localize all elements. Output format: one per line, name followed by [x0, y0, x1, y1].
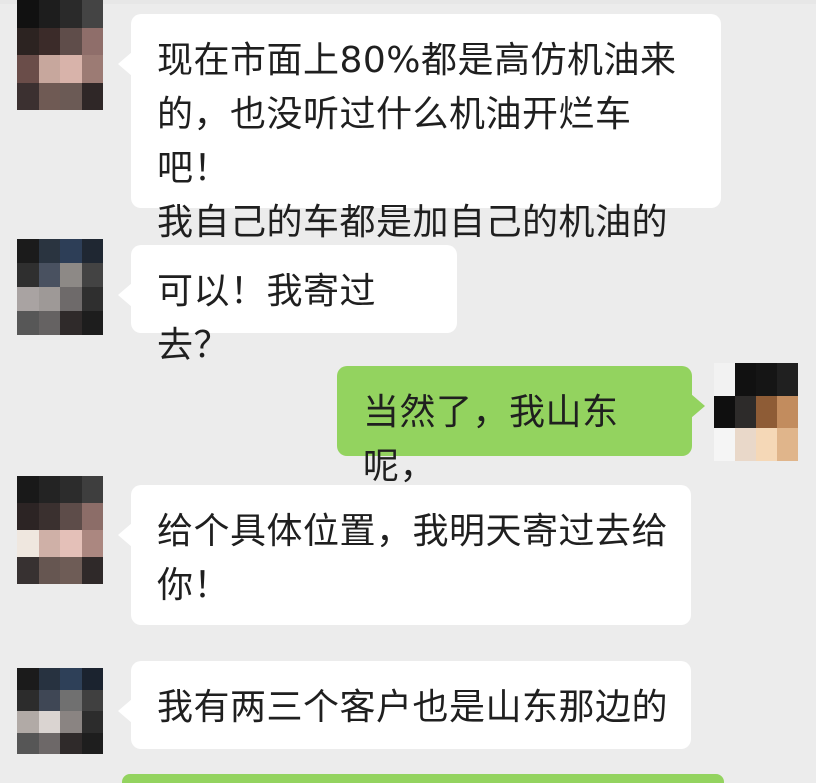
chat-conversation: 现在市面上80%都是高仿机油来 的，也没听过什么机油开烂车吧！ 我自己的车都是加…: [0, 0, 816, 783]
message-bubble-incoming[interactable]: 我有两三个客户也是山东那边的: [118, 661, 691, 749]
contact-avatar[interactable]: [17, 239, 103, 335]
top-edge: [0, 0, 816, 4]
contact-avatar[interactable]: [17, 476, 103, 584]
next-message-bubble-edge: [122, 774, 724, 783]
message-bubble-incoming[interactable]: 现在市面上80%都是高仿机油来 的，也没听过什么机油开烂车吧！ 我自己的车都是加…: [118, 14, 721, 243]
my-avatar[interactable]: [714, 363, 798, 461]
message-bubble-incoming[interactable]: 可以！我寄过去？: [118, 245, 457, 366]
contact-avatar[interactable]: [17, 668, 103, 754]
contact-avatar[interactable]: [17, 0, 103, 110]
message-bubble-outgoing[interactable]: 当然了，我山东呢，: [337, 366, 705, 487]
message-bubble-incoming[interactable]: 给个具体位置，我明天寄过去给 你！: [118, 485, 691, 625]
